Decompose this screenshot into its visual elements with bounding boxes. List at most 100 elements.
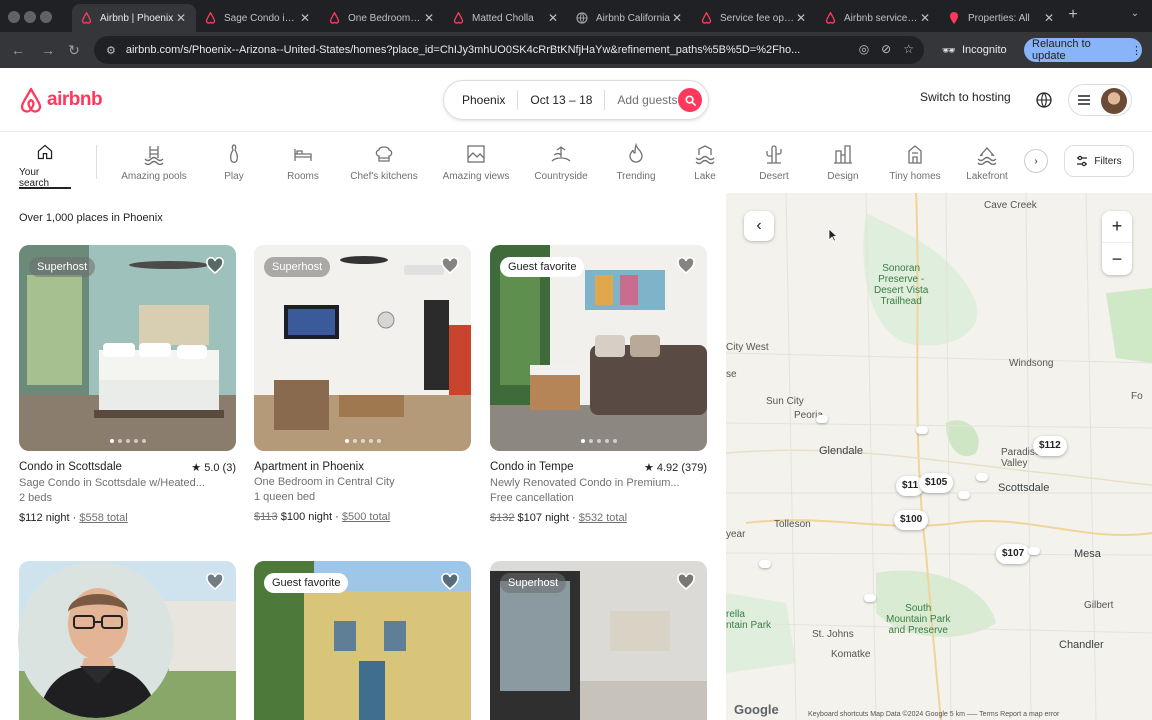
category-chefs-kitchens[interactable]: Chef's kitchens bbox=[348, 143, 420, 189]
category-scroll-right-button[interactable]: › bbox=[1024, 149, 1048, 173]
browser-tab-service-fee-options[interactable]: Service fee options ✕ bbox=[692, 4, 816, 32]
listing-card[interactable]: Guest favorite bbox=[254, 561, 471, 720]
airbnb-logo[interactable]: airbnb bbox=[19, 87, 103, 113]
heart-icon[interactable] bbox=[206, 573, 224, 591]
zoom-in-button[interactable]: + bbox=[1102, 211, 1132, 243]
browser-tab-matted-cholla[interactable]: Matted Cholla ✕ bbox=[444, 4, 568, 32]
tab-title: Properties: All bbox=[968, 12, 1030, 24]
map-dot-pin[interactable] bbox=[916, 426, 928, 434]
listing-card[interactable]: Superhost Apartment in Phoenix One Bedro… bbox=[254, 245, 471, 523]
reload-icon[interactable]: ↻ bbox=[64, 40, 84, 60]
map-dot-pin[interactable] bbox=[816, 415, 828, 423]
tab-close-icon[interactable]: ✕ bbox=[1042, 11, 1056, 25]
relaunch-button[interactable]: Relaunch to update ⋮ bbox=[1024, 38, 1142, 62]
tab-close-icon[interactable]: ✕ bbox=[298, 11, 312, 25]
listing-card[interactable]: Superhost bbox=[490, 561, 707, 720]
tab-close-icon[interactable]: ✕ bbox=[794, 11, 808, 25]
category-rooms[interactable]: Rooms bbox=[282, 143, 324, 189]
heart-icon[interactable] bbox=[677, 573, 695, 591]
category-tiny-homes[interactable]: Tiny homes bbox=[888, 143, 942, 189]
window-zoom-button[interactable] bbox=[40, 11, 52, 23]
listing-photo[interactable]: Superhost bbox=[490, 561, 707, 720]
map-dot-pin[interactable] bbox=[864, 594, 876, 602]
map-label: Mesa bbox=[1074, 548, 1101, 560]
browser-tab-properties[interactable]: Properties: All ✕ bbox=[940, 4, 1064, 32]
share-icon[interactable]: ⊘ bbox=[881, 42, 891, 56]
site-settings-icon[interactable]: ⚙ bbox=[106, 44, 116, 57]
tab-close-icon[interactable]: ✕ bbox=[546, 11, 560, 25]
new-tab-plus-icon[interactable]: + bbox=[1064, 6, 1082, 26]
browser-tab-one-bedroom[interactable]: One Bedroom in Central City ✕ bbox=[320, 4, 444, 32]
relaunch-label: Relaunch to update bbox=[1032, 38, 1091, 62]
category-lake[interactable]: Lake bbox=[688, 143, 722, 189]
photo-carousel-dots[interactable] bbox=[254, 439, 471, 443]
photo-carousel-dots[interactable] bbox=[19, 439, 236, 443]
price-total-link[interactable]: $500 total bbox=[342, 511, 390, 523]
forward-arrow-icon[interactable]: → bbox=[38, 40, 58, 60]
search-dates[interactable]: Oct 13 – 18 bbox=[518, 90, 606, 110]
switch-to-hosting-link[interactable]: Switch to hosting bbox=[920, 90, 1011, 104]
category-label: Tiny homes bbox=[889, 171, 941, 182]
heart-icon[interactable] bbox=[441, 257, 459, 275]
map-dot-pin[interactable] bbox=[976, 473, 988, 481]
map-dot-pin[interactable] bbox=[759, 560, 771, 568]
photo-carousel-dots[interactable] bbox=[490, 439, 707, 443]
back-arrow-icon[interactable]: ← bbox=[8, 40, 28, 60]
map-attribution[interactable]: Keyboard shortcuts Map Data ©2024 Google… bbox=[808, 711, 1059, 719]
price-pin[interactable]: $107 bbox=[996, 544, 1031, 564]
browser-tab-airbnb-california[interactable]: Airbnb California ✕ bbox=[568, 4, 692, 32]
price-total-link[interactable]: $558 total bbox=[79, 512, 127, 524]
collapse-map-button[interactable]: ‹ bbox=[744, 211, 774, 241]
tab-close-icon[interactable]: ✕ bbox=[918, 11, 932, 25]
listing-title: Condo in Scottsdale bbox=[19, 461, 122, 473]
filters-button[interactable]: Filters bbox=[1064, 145, 1134, 177]
user-menu-button[interactable] bbox=[1068, 84, 1132, 116]
heart-icon[interactable] bbox=[441, 573, 459, 591]
search-button[interactable] bbox=[678, 88, 702, 112]
map-dot-pin[interactable] bbox=[958, 491, 970, 499]
location-pin-favicon-icon bbox=[948, 12, 960, 24]
tab-close-icon[interactable]: ✕ bbox=[670, 11, 684, 25]
category-design[interactable]: Design bbox=[822, 143, 864, 189]
window-close-button[interactable] bbox=[8, 11, 20, 23]
globe-icon[interactable] bbox=[1035, 91, 1053, 109]
heart-icon[interactable] bbox=[677, 257, 695, 275]
incognito-indicator[interactable]: 🕶 Incognito bbox=[942, 40, 1007, 60]
browser-tab-sage-condo[interactable]: Sage Condo in Scottsdale ✕ bbox=[196, 4, 320, 32]
eye-off-icon[interactable]: ◎ bbox=[859, 42, 869, 56]
tab-close-icon[interactable]: ✕ bbox=[174, 11, 188, 25]
listing-card[interactable]: Guest favorite Condo in Tempe ★ 4.92 (37… bbox=[490, 245, 707, 524]
window-minimize-button[interactable] bbox=[24, 11, 36, 23]
map-dot-pin[interactable] bbox=[1028, 547, 1040, 555]
category-amazing-pools[interactable]: Amazing pools bbox=[118, 143, 190, 189]
address-bar[interactable]: ⚙ airbnb.com/s/Phoenix--Arizona--United-… bbox=[94, 36, 924, 64]
category-desert[interactable]: Desert bbox=[754, 143, 794, 189]
listing-photo[interactable]: Superhost bbox=[19, 245, 236, 451]
category-trending[interactable]: Trending bbox=[612, 143, 660, 189]
listing-card[interactable]: Superhost Condo in Scottsdale ★ 5.0 (3) … bbox=[19, 245, 236, 524]
search-bar[interactable]: Phoenix Oct 13 – 18 Add guests bbox=[443, 80, 709, 120]
tab-search-chevron-icon[interactable]: ⌄ bbox=[1126, 8, 1144, 24]
search-location[interactable]: Phoenix bbox=[444, 90, 519, 110]
category-amazing-views[interactable]: Amazing views bbox=[440, 143, 512, 189]
browser-tab-airbnb-phoenix[interactable]: Airbnb | Phoenix ✕ bbox=[72, 4, 196, 32]
price-pin[interactable]: $105 bbox=[919, 473, 954, 493]
airbnb-favicon-icon bbox=[80, 12, 92, 24]
results-map[interactable]: ‹ + − Cave Creek Sonoran Preserve - Dese… bbox=[726, 193, 1152, 720]
zoom-out-button[interactable]: − bbox=[1102, 243, 1132, 275]
heart-icon[interactable] bbox=[206, 257, 224, 275]
search-guests[interactable]: Add guests bbox=[605, 90, 689, 110]
category-lakefront[interactable]: Lakefront bbox=[962, 143, 1012, 189]
listing-photo[interactable]: Guest favorite bbox=[490, 245, 707, 451]
listing-photo[interactable]: Superhost bbox=[254, 245, 471, 451]
category-play[interactable]: Play bbox=[214, 143, 254, 189]
bookmark-star-icon[interactable]: ☆ bbox=[903, 42, 914, 56]
price-pin[interactable]: $112 bbox=[1033, 436, 1067, 456]
listing-photo[interactable]: Guest favorite bbox=[254, 561, 471, 720]
price-total-link[interactable]: $532 total bbox=[579, 512, 627, 524]
tab-close-icon[interactable]: ✕ bbox=[422, 11, 436, 25]
category-countryside[interactable]: Countryside bbox=[532, 143, 590, 189]
price-pin[interactable]: $100 bbox=[894, 510, 929, 530]
browser-tab-airbnb-service-fees[interactable]: Airbnb service fees ✕ bbox=[816, 4, 940, 32]
category-your-search[interactable]: Your search bbox=[19, 143, 71, 189]
